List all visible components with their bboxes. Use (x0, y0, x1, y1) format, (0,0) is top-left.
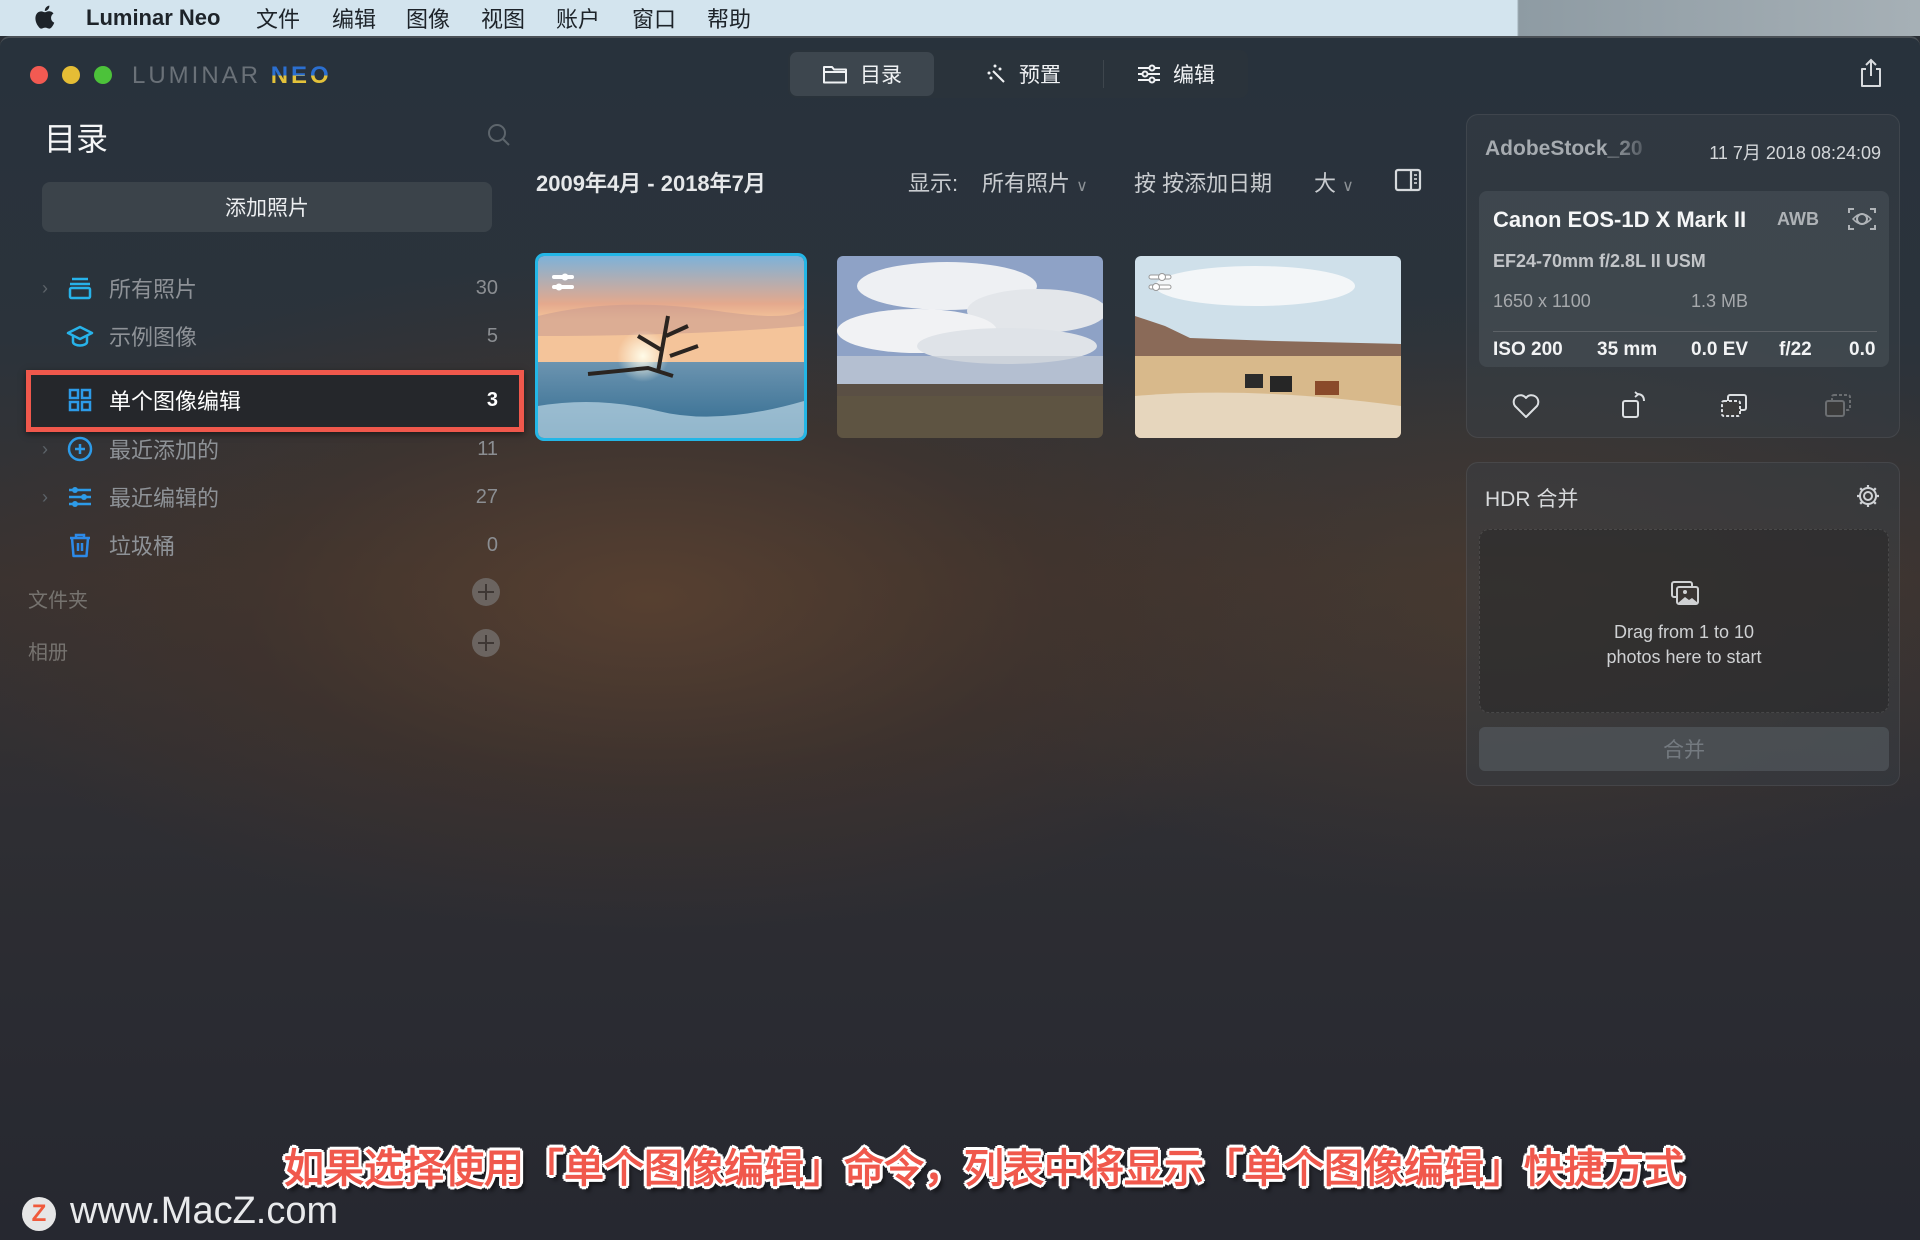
menu-account[interactable]: 账户 (556, 2, 600, 34)
grid-icon (68, 388, 92, 412)
thumbnail-size-dropdown[interactable]: 大 ∨ (1314, 166, 1354, 198)
sidebar-item-recently-added[interactable]: › 最近添加的 11 (42, 427, 502, 471)
sidebar-item-sample-images[interactable]: 示例图像 5 (42, 314, 502, 358)
capture-date: 11 7月 2018 08:24:09 (1709, 143, 1881, 163)
sidebar-item-single-image-edits[interactable]: 单个图像编辑 3 (42, 378, 502, 422)
chevron-right-icon[interactable]: › (42, 278, 56, 299)
sidebar-item-all-photos[interactable]: › 所有照片 30 (42, 266, 502, 310)
hdr-panel-title: HDR 合并 (1485, 488, 1579, 511)
photo-thumbnail[interactable] (837, 256, 1103, 438)
paste-adjustments-icon[interactable] (1823, 391, 1853, 421)
graduation-cap-icon (66, 325, 94, 347)
photo-clouds-field (837, 256, 1103, 438)
folders-section-label: 文件夹 (28, 590, 88, 612)
file-size: 1.3 MB (1691, 291, 1749, 311)
merge-button[interactable]: 合并 (1479, 727, 1889, 771)
tab-presets[interactable]: 预置 (948, 52, 1098, 96)
lens-model: EF24-70mm f/2.8L II USM (1493, 251, 1706, 271)
divider (1493, 331, 1877, 332)
heart-icon[interactable] (1511, 391, 1541, 421)
albums-section-label: 相册 (28, 642, 68, 664)
folder-icon (823, 66, 847, 84)
sort-dropdown[interactable]: 按 按添加日期 (1134, 166, 1272, 198)
trash-icon (70, 533, 90, 558)
menu-edit[interactable]: 编辑 (332, 2, 376, 34)
minimize-window-button[interactable] (62, 66, 80, 84)
sidebar-item-trash[interactable]: 垃圾桶 0 (42, 523, 502, 567)
image-dimensions: 1650 x 1100 (1493, 291, 1591, 311)
white-balance: AWB (1777, 209, 1819, 229)
exif-aperture: f/22 (1779, 339, 1812, 360)
menu-window[interactable]: 窗口 (632, 2, 676, 34)
gear-icon[interactable] (1855, 483, 1881, 509)
show-filter-dropdown[interactable]: 所有照片 ∨ (982, 166, 1088, 198)
app-window: LUMINAR NEO 目录 预置 编辑 目录 添加照片 › 所有照片 30 示… (0, 36, 1920, 1240)
menu-image[interactable]: 图像 (406, 2, 450, 34)
apple-icon[interactable] (32, 4, 56, 30)
watermark-logo: Z (22, 1197, 56, 1231)
add-folder-icon[interactable] (472, 578, 500, 606)
hdr-merge-panel: HDR 合并 Drag from 1 to 10 photos here to … (1466, 462, 1900, 786)
image-info-panel: AdobeStock_20 11 7月 2018 08:24:09 Canon … (1466, 114, 1900, 438)
close-window-button[interactable] (30, 66, 48, 84)
mode-divider (1103, 60, 1104, 88)
photos-icon (1671, 581, 1699, 605)
add-photos-button[interactable]: 添加照片 (42, 182, 492, 232)
photo-cows-desert (1135, 256, 1401, 438)
maximize-window-button[interactable] (94, 66, 112, 84)
search-icon[interactable] (486, 122, 512, 148)
sliders-icon (69, 487, 91, 507)
sidebar-item-recently-edited[interactable]: › 最近编辑的 27 (42, 475, 502, 519)
sidebar-title: 目录 (44, 121, 109, 157)
share-icon[interactable] (1858, 58, 1884, 88)
exif-shutter: 0.0 (1849, 339, 1876, 360)
menu-help[interactable]: 帮助 (707, 2, 751, 34)
tab-catalog[interactable]: 目录 (790, 52, 934, 96)
drop-zone-text: Drag from 1 to 10 photos here to start (1606, 622, 1762, 667)
edited-badge-icon (1148, 273, 1172, 291)
camera-model: Canon EOS-1D X Mark II (1493, 207, 1747, 232)
app-logo: LUMINAR NEO (132, 62, 332, 89)
photo-sunset-driftwood (538, 256, 804, 438)
exif-iso: ISO 200 (1493, 339, 1563, 360)
copy-adjustments-icon[interactable] (1719, 391, 1749, 421)
tutorial-caption: 如果选择使用「单个图像编辑」命令，列表中将显示「单个图像编辑」快捷方式 (284, 1147, 1684, 1191)
mode-switcher: 目录 预置 编辑 (788, 50, 1248, 98)
magic-wand-icon (987, 64, 1005, 83)
chevron-down-icon: ∨ (1076, 178, 1088, 195)
photos-stack-icon (68, 277, 92, 300)
hdr-drop-zone[interactable]: Drag from 1 to 10 photos here to start (1479, 529, 1889, 713)
camera-icon (1848, 208, 1876, 230)
sliders-icon (1138, 64, 1160, 84)
menu-bar: Luminar Neo 文件 编辑 图像 视图 账户 窗口 帮助 (0, 0, 1920, 36)
watermark-text: www.MacZ.com (70, 1190, 339, 1232)
plus-circle-icon (67, 436, 93, 462)
camera-info-box: Canon EOS-1D X Mark II AWB EF24-70mm f/2… (1479, 191, 1889, 367)
file-name: AdobeStock_20 (1485, 137, 1655, 161)
add-album-icon[interactable] (472, 629, 500, 657)
photo-thumbnail[interactable] (535, 253, 807, 441)
toggle-panel-icon[interactable] (1394, 168, 1422, 192)
chevron-down-icon: ∨ (1342, 178, 1354, 195)
chevron-right-icon[interactable]: › (42, 487, 56, 508)
exif-exposure: 0.0 EV (1691, 339, 1749, 360)
menu-view[interactable]: 视图 (481, 2, 525, 34)
photo-thumbnail[interactable] (1135, 256, 1401, 438)
exif-focal-length: 35 mm (1597, 339, 1658, 360)
menu-file[interactable]: 文件 (256, 2, 300, 34)
show-filter-label: 显示: (908, 171, 959, 196)
rotate-icon[interactable] (1619, 391, 1649, 421)
tab-edit[interactable]: 编辑 (1108, 52, 1244, 96)
chevron-right-icon[interactable]: › (42, 439, 56, 460)
date-range-title: 2009年4月 - 2018年7月 (536, 171, 766, 196)
menu-app-name[interactable]: Luminar Neo (86, 5, 220, 31)
edited-badge-icon (552, 273, 574, 291)
